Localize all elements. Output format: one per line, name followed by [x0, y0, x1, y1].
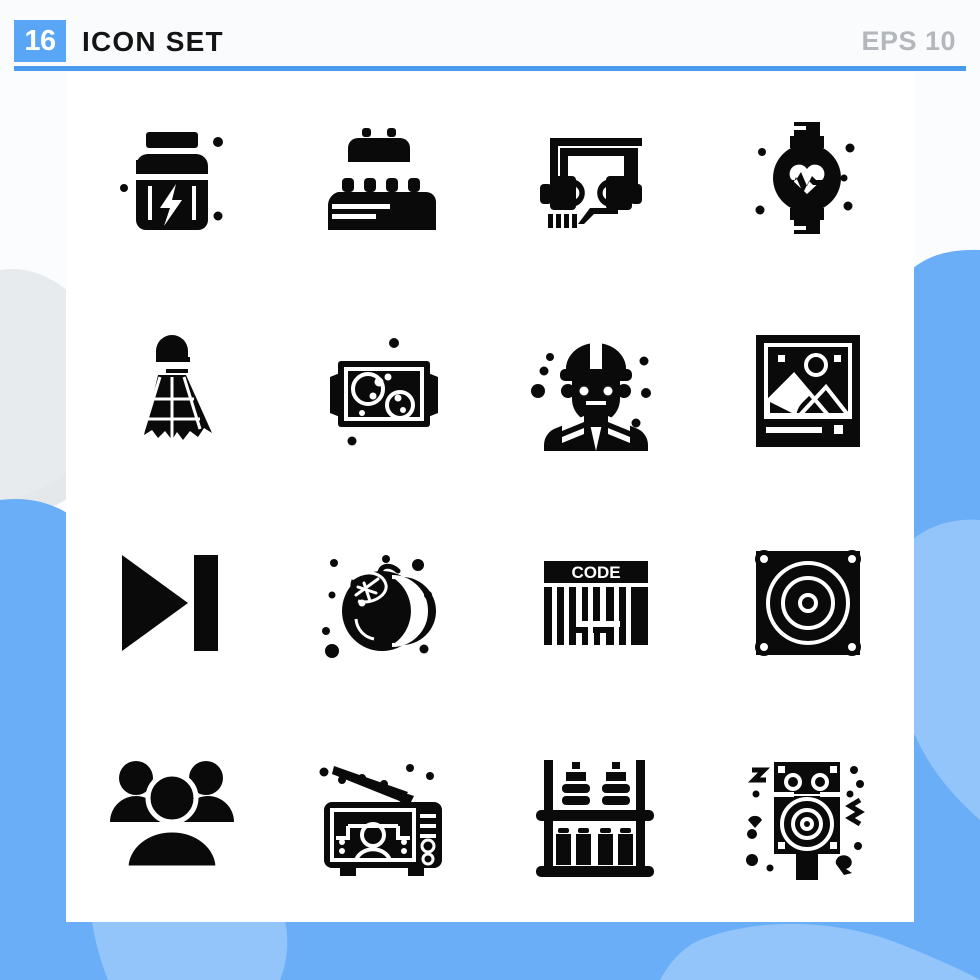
icon-cell-14[interactable]: [278, 710, 490, 923]
page-title: ICON SET: [82, 26, 224, 57]
format-label: EPS 10: [861, 26, 956, 56]
icon-cell-5[interactable]: [66, 285, 278, 498]
icon-cell-10[interactable]: [278, 497, 490, 710]
icon-cell-1[interactable]: [66, 72, 278, 285]
icon-cell-9[interactable]: [66, 497, 278, 710]
icon-cell-13[interactable]: [66, 710, 278, 923]
barcode-icon[interactable]: CODE: [526, 533, 666, 673]
loudspeaker-stand-icon[interactable]: [738, 746, 878, 886]
plum-fruit-icon[interactable]: [314, 533, 454, 673]
icon-grid: CODE: [66, 72, 914, 922]
supplement-jar-icon[interactable]: [102, 108, 242, 248]
vr-headset-space-icon[interactable]: [314, 321, 454, 461]
construction-worker-icon[interactable]: [526, 321, 666, 461]
icon-cell-16[interactable]: [702, 710, 914, 923]
icon-cell-2[interactable]: [278, 72, 490, 285]
icon-cell-8[interactable]: [702, 285, 914, 498]
building-blocks-icon[interactable]: [314, 108, 454, 248]
smartwatch-heartrate-icon[interactable]: [738, 108, 878, 248]
television-news-icon[interactable]: [314, 746, 454, 886]
icon-count-badge: 16: [14, 20, 66, 62]
user-group-icon[interactable]: [102, 746, 242, 886]
skip-forward-icon[interactable]: [102, 533, 242, 673]
shuttlecock-icon[interactable]: [102, 321, 242, 461]
icon-cell-4[interactable]: [702, 72, 914, 285]
poster-header: 16 ICON SET EPS 10: [0, 0, 980, 72]
speaker-woofer-icon[interactable]: [738, 533, 878, 673]
icon-grid-card: CODE: [66, 72, 914, 922]
icon-set-poster: 16 ICON SET EPS 10 CODE: [0, 0, 980, 980]
icon-cell-6[interactable]: [278, 285, 490, 498]
bottle-shelf-icon[interactable]: [526, 746, 666, 886]
barcode-label: CODE: [571, 563, 620, 582]
icon-cell-15[interactable]: [490, 710, 702, 923]
icon-cell-11[interactable]: CODE: [490, 497, 702, 710]
icon-cell-3[interactable]: [490, 72, 702, 285]
header-divider: [14, 66, 966, 71]
icon-cell-12[interactable]: [702, 497, 914, 710]
headset-icon[interactable]: [526, 108, 666, 248]
icon-cell-7[interactable]: [490, 285, 702, 498]
picture-frame-icon[interactable]: [738, 321, 878, 461]
